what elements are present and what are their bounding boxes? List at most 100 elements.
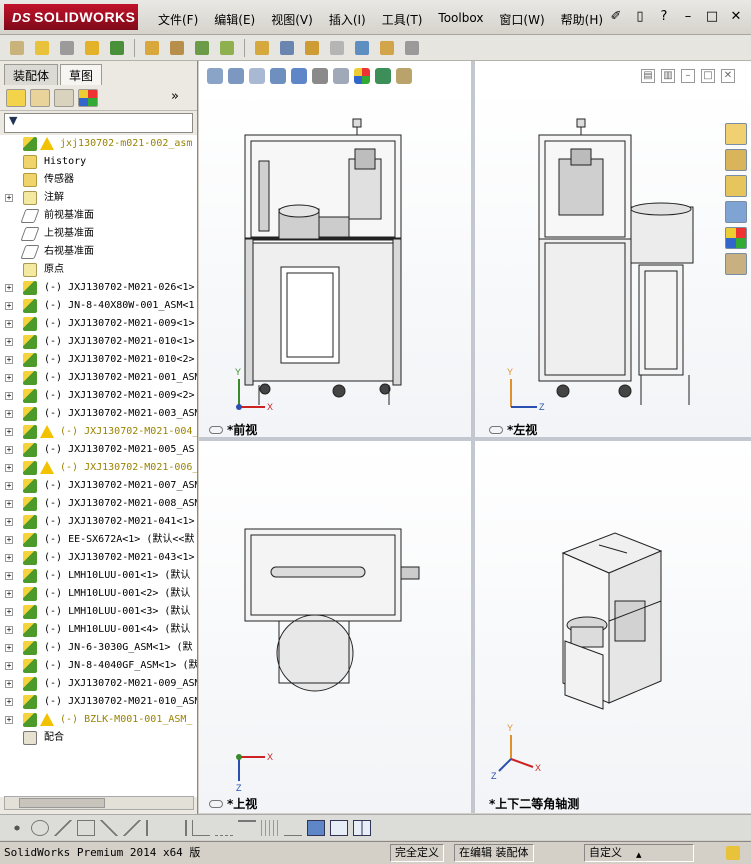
new-doc-icon[interactable]: ▯ bbox=[631, 8, 649, 26]
chamfer-icon[interactable] bbox=[215, 820, 233, 836]
instant3d-icon[interactable] bbox=[401, 38, 423, 58]
tile-vertical-icon[interactable]: ▥ bbox=[661, 69, 675, 83]
expand-node-icon[interactable]: + bbox=[5, 194, 13, 202]
expand-node-icon[interactable]: + bbox=[5, 716, 13, 724]
close-viewport-icon[interactable]: ✕ bbox=[721, 69, 735, 83]
expand-node-icon[interactable]: + bbox=[5, 518, 13, 526]
menu-file[interactable]: 文件(F) bbox=[150, 8, 206, 31]
tree-item[interactable]: History bbox=[0, 153, 197, 171]
restore-icon[interactable]: □ bbox=[703, 8, 721, 26]
tree-item[interactable]: + (-) JXJ130702-M021-005_AS bbox=[0, 441, 197, 459]
expand-node-icon[interactable]: + bbox=[5, 554, 13, 562]
menu-toolbox[interactable]: Toolbox bbox=[430, 8, 491, 31]
mate-icon[interactable] bbox=[56, 38, 78, 58]
expand-arrows-icon[interactable]: » bbox=[171, 89, 191, 107]
menu-window[interactable]: 窗口(W) bbox=[491, 8, 552, 31]
tree-item[interactable]: + (-) LMH10LUU-001<4> (默认 bbox=[0, 621, 197, 639]
four-view-icon[interactable] bbox=[353, 819, 371, 836]
shaded-view-icon[interactable] bbox=[307, 819, 325, 836]
exploded-view-icon[interactable] bbox=[301, 38, 323, 58]
dimension-icon[interactable] bbox=[238, 819, 256, 836]
expand-node-icon[interactable]: + bbox=[5, 284, 13, 292]
tree-item[interactable]: + (-) LMH10LUU-001<3> (默认 bbox=[0, 603, 197, 621]
tree-horizontal-scrollbar[interactable] bbox=[4, 796, 194, 810]
restore-viewport-icon[interactable]: □ bbox=[701, 69, 715, 83]
linear-pattern-icon[interactable] bbox=[81, 38, 103, 58]
extend-icon[interactable] bbox=[123, 819, 141, 836]
tree-item[interactable]: 上视基准面 bbox=[0, 225, 197, 243]
point-icon[interactable] bbox=[8, 819, 26, 836]
move-component-icon[interactable] bbox=[141, 38, 163, 58]
line-icon[interactable] bbox=[54, 819, 72, 836]
tree-item[interactable]: + (-) JXJ130702-M021-026<1> bbox=[0, 279, 197, 297]
menu-tools[interactable]: 工具(T) bbox=[374, 8, 431, 31]
smart-fasteners-icon[interactable] bbox=[106, 38, 128, 58]
tree-item[interactable]: + (-) JXJ130702-M021-004_ bbox=[0, 423, 197, 441]
tree-item[interactable]: + (-) JXJ130702-M021-009_ASM bbox=[0, 675, 197, 693]
edit-appearance-icon[interactable] bbox=[354, 68, 370, 84]
expand-node-icon[interactable]: + bbox=[5, 464, 13, 472]
expand-node-icon[interactable]: + bbox=[5, 662, 13, 670]
menu-edit[interactable]: 编辑(E) bbox=[206, 8, 263, 31]
expand-node-icon[interactable]: + bbox=[5, 698, 13, 706]
interference-detection-icon[interactable] bbox=[351, 38, 373, 58]
expand-node-icon[interactable]: + bbox=[5, 428, 13, 436]
new-motion-study-icon[interactable] bbox=[251, 38, 273, 58]
expand-node-icon[interactable]: + bbox=[5, 410, 13, 418]
tree-item[interactable]: 配合 bbox=[0, 729, 197, 747]
expand-node-icon[interactable]: + bbox=[5, 644, 13, 652]
expand-node-icon[interactable]: + bbox=[5, 626, 13, 634]
tree-item[interactable]: + (-) JXJ130702-M021-009<2> bbox=[0, 387, 197, 405]
home-icon[interactable] bbox=[725, 123, 747, 145]
expand-node-icon[interactable]: + bbox=[5, 590, 13, 598]
tree-item[interactable]: + (-) EE-SX672A<1> (默认<<默 bbox=[0, 531, 197, 549]
expand-node-icon[interactable]: + bbox=[5, 572, 13, 580]
tab-sketch[interactable]: 草图 bbox=[60, 64, 103, 85]
property-manager-icon[interactable] bbox=[30, 89, 50, 107]
clearance-verification-icon[interactable] bbox=[376, 38, 398, 58]
tree-item[interactable]: + (-) LMH10LUU-001<1> (默认 bbox=[0, 567, 197, 585]
expand-node-icon[interactable]: + bbox=[5, 500, 13, 508]
new-assembly-icon[interactable] bbox=[31, 38, 53, 58]
front-view-pane[interactable]: Y X *前视 bbox=[199, 89, 471, 437]
expand-node-icon[interactable]: + bbox=[5, 680, 13, 688]
expand-node-icon[interactable]: + bbox=[5, 320, 13, 328]
tree-item[interactable]: + (-) JN-6-3030G_ASM<1> (默 bbox=[0, 639, 197, 657]
offset-icon[interactable] bbox=[146, 819, 164, 836]
graphics-area[interactable]: ▤ ▥ – □ ✕ Y X *前视 Y Z *左视 X Z *上视 Y X Z … bbox=[199, 61, 751, 813]
view-orientation-icon[interactable] bbox=[291, 68, 307, 84]
tile-horizontal-icon[interactable]: ▤ bbox=[641, 69, 655, 83]
expand-node-icon[interactable]: + bbox=[5, 482, 13, 490]
tree-item[interactable]: + (-) JXJ130702-M021-010<2> bbox=[0, 351, 197, 369]
expand-node-icon[interactable]: + bbox=[5, 302, 13, 310]
single-view-icon[interactable] bbox=[330, 819, 348, 836]
feature-manager-tree-icon[interactable] bbox=[6, 89, 26, 107]
zoom-to-area-icon[interactable] bbox=[228, 68, 244, 84]
tree-item[interactable]: + (-) JXJ130702-M021-041<1> bbox=[0, 513, 197, 531]
left-view-pane[interactable]: Y Z *左视 bbox=[475, 89, 751, 437]
tree-item[interactable]: + (-) JXJ130702-M021-007_ASM bbox=[0, 477, 197, 495]
tree-item[interactable]: 右视基准面 bbox=[0, 243, 197, 261]
tree-item[interactable]: + 注解 bbox=[0, 189, 197, 207]
tree-item[interactable]: + (-) JN-8-40X80W-001_ASM<1 bbox=[0, 297, 197, 315]
help-icon[interactable]: ? bbox=[655, 8, 673, 26]
explode-line-sketch-icon[interactable] bbox=[326, 38, 348, 58]
trim-icon[interactable] bbox=[100, 819, 118, 836]
tree-item[interactable]: + (-) JXJ130702-M021-009<1> bbox=[0, 315, 197, 333]
angle-icon[interactable] bbox=[284, 820, 302, 836]
tree-item[interactable]: + (-) BZLK-M001-001_ASM_ bbox=[0, 711, 197, 729]
display-manager-icon[interactable] bbox=[78, 89, 98, 107]
grid-icon[interactable] bbox=[261, 819, 279, 836]
appearances-icon[interactable] bbox=[725, 227, 747, 249]
view-settings-icon[interactable] bbox=[396, 68, 412, 84]
tree-item[interactable]: 前视基准面 bbox=[0, 207, 197, 225]
tree-item[interactable]: + (-) JN-8-4040GF_ASM<1> (默 bbox=[0, 657, 197, 675]
tree-item[interactable]: + (-) JXJ130702-M021-010_ASM bbox=[0, 693, 197, 711]
zoom-to-fit-icon[interactable] bbox=[207, 68, 223, 84]
tree-item[interactable]: 原点 bbox=[0, 261, 197, 279]
assembly-features-icon[interactable] bbox=[191, 38, 213, 58]
tree-item[interactable]: 传感器 bbox=[0, 171, 197, 189]
pin-icon[interactable]: ✐ bbox=[607, 8, 625, 26]
minimize-viewport-icon[interactable]: – bbox=[681, 69, 695, 83]
minimize-icon[interactable]: – bbox=[679, 8, 697, 26]
